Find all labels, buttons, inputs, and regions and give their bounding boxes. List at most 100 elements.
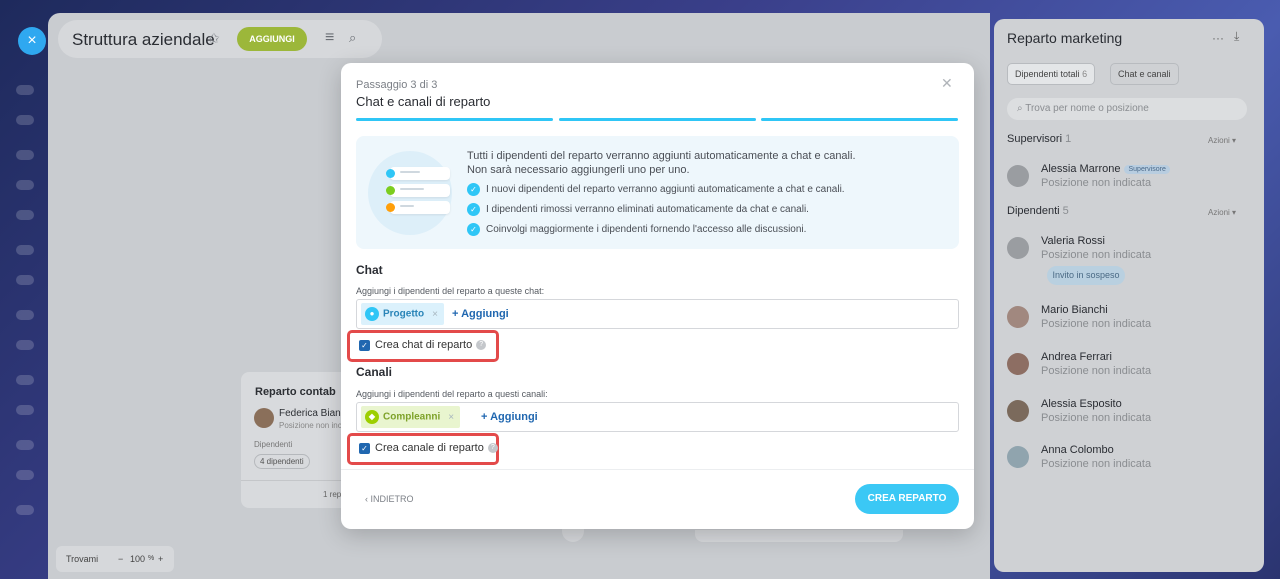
actions-label: Azioni — [1208, 136, 1230, 145]
info-intro-line: Non sarà necessario aggiungerli uno per … — [467, 164, 690, 176]
rail-icon[interactable] — [16, 275, 34, 285]
actions-label: Azioni — [1208, 208, 1230, 217]
subdepartments-count[interactable]: 1 rep — [323, 490, 341, 499]
tab-chats-channels[interactable]: Chat e canali — [1110, 63, 1179, 85]
progress-step-1 — [356, 118, 553, 121]
info-item-text: Coinvolgi maggiormente i dipendenti forn… — [486, 224, 807, 236]
check-icon: ✓ — [467, 183, 480, 196]
employees-actions-dropdown[interactable]: Azioni ▾ — [1208, 208, 1236, 217]
add-button[interactable]: AGGIUNGI — [237, 27, 307, 51]
tab-label: Chat e canali — [1118, 69, 1171, 79]
chat-tag[interactable]: ● Progetto × — [361, 303, 444, 325]
rail-icon[interactable] — [16, 375, 34, 385]
rail-icon[interactable] — [16, 180, 34, 190]
section-count: 1 — [1065, 133, 1072, 145]
footer-divider — [341, 469, 974, 470]
tag-label: Progetto — [383, 308, 425, 320]
person-position: Posizione non indicata — [1041, 412, 1152, 424]
employees-count-badge[interactable]: 4 dipendenti — [254, 454, 310, 469]
employee-search-input[interactable]: ⌕ Trova per nome o posizione — [1007, 98, 1247, 120]
supervisors-actions-dropdown[interactable]: Azioni ▾ — [1208, 136, 1236, 145]
rail-icon[interactable] — [16, 115, 34, 125]
tab-employees[interactable]: Dipendenti totali 6 — [1007, 63, 1096, 85]
channels-section-title: Canali — [356, 365, 393, 379]
app-left-rail — [0, 0, 48, 579]
person-name: Mario Bianchi — [1041, 304, 1108, 316]
create-chat-checkbox[interactable]: ✓ Crea chat di reparto? — [359, 339, 487, 351]
help-icon[interactable]: ? — [476, 340, 487, 351]
avatar — [1007, 306, 1029, 328]
rail-icon[interactable] — [16, 405, 34, 415]
department-details-panel: Reparto marketing ··· ⤓ Dipendenti total… — [994, 19, 1264, 572]
close-icon[interactable]: ✕ — [941, 75, 953, 92]
pending-invite-badge: Invito in sospeso — [1047, 266, 1125, 285]
rail-icon[interactable] — [16, 150, 34, 160]
person-row[interactable]: Valeria Rossi Posizione non indicata — [1007, 235, 1257, 269]
employees-label: Dipendenti — [254, 440, 293, 449]
person-name: Anna Colombo — [1041, 444, 1114, 456]
rail-icon[interactable] — [16, 470, 34, 480]
help-icon[interactable]: ? — [487, 443, 498, 454]
more-icon[interactable]: ··· — [1212, 31, 1224, 45]
remove-tag-icon[interactable]: × — [448, 412, 454, 423]
zoom-in-button[interactable]: + — [158, 554, 163, 564]
chat-illustration-icon — [368, 151, 452, 235]
find-me-button[interactable]: Trovami — [66, 554, 98, 564]
person-row[interactable]: Anna Colombo Posizione non indicata — [1007, 444, 1257, 478]
head-name: Federica Bianc — [279, 408, 346, 419]
employees-heading: Dipendenti 5 — [1007, 205, 1069, 217]
zoom-unit: % — [148, 555, 155, 562]
rail-icon[interactable] — [16, 310, 34, 320]
pin-icon[interactable]: ✩ — [208, 30, 220, 47]
add-chat-link[interactable]: + Aggiungi — [452, 308, 509, 320]
add-channel-link[interactable]: + Aggiungi — [481, 411, 538, 423]
remove-tag-icon[interactable]: × — [432, 309, 438, 320]
close-slider-button[interactable]: × — [18, 27, 46, 55]
zoom-out-button[interactable]: − — [118, 554, 123, 564]
rail-icon[interactable] — [16, 505, 34, 515]
create-channel-checkbox[interactable]: ✓ Crea canale di reparto? — [359, 442, 498, 454]
info-item-text: I nuovi dipendenti del reparto verranno … — [486, 184, 845, 196]
tag-label: Compleanni — [383, 411, 441, 423]
info-item-text: I dipendenti rimossi verranno eliminati … — [486, 204, 809, 216]
chat-selector-field[interactable]: ● Progetto × + Aggiungi — [356, 299, 959, 329]
rail-icon[interactable] — [16, 245, 34, 255]
channels-section-subtitle: Aggiungi i dipendenti del reparto a ques… — [356, 389, 548, 399]
checkbox-checked-icon: ✓ — [359, 442, 370, 454]
supervisor-badge: Supervisore — [1124, 164, 1170, 174]
person-name: Alessia Esposito — [1041, 398, 1122, 410]
back-button[interactable]: ‹ INDIETRO — [365, 494, 414, 504]
avatar — [254, 408, 274, 428]
collapse-icon[interactable]: ⤓ — [1234, 29, 1239, 44]
section-label: Dipendenti — [1007, 205, 1060, 217]
progress-step-3 — [761, 118, 958, 121]
person-position: Posizione non indicata — [1041, 365, 1152, 377]
person-row[interactable]: Alessia Esposito Posizione non indicata — [1007, 398, 1257, 432]
menu-icon[interactable]: ≡ — [325, 29, 334, 47]
close-icon: × — [27, 32, 37, 49]
search-icon[interactable]: ⌕ — [349, 30, 356, 46]
zoom-level: 100 — [130, 554, 146, 564]
rail-icon[interactable] — [16, 340, 34, 350]
search-icon: ⌕ — [1017, 103, 1026, 114]
person-name: Andrea Ferrari — [1041, 351, 1112, 363]
rail-icon[interactable] — [16, 85, 34, 95]
info-box: Tutti i dipendenti del reparto verranno … — [356, 136, 959, 249]
section-count: 5 — [1062, 205, 1069, 217]
channel-tag[interactable]: ◆ Compleanni × — [361, 406, 461, 428]
person-row[interactable]: Alessia Marrone Supervisore Posizione non… — [1007, 163, 1257, 197]
channel-icon: ◆ — [365, 410, 379, 424]
create-department-button[interactable]: CREA REPARTO — [855, 484, 959, 514]
avatar — [1007, 165, 1029, 187]
rail-icon[interactable] — [16, 440, 34, 450]
chat-section-title: Chat — [356, 263, 383, 277]
rail-icon[interactable] — [16, 210, 34, 220]
person-row[interactable]: Andrea Ferrari Posizione non indicata — [1007, 351, 1257, 385]
person-position: Posizione non indicata — [1041, 458, 1152, 470]
department-title: Reparto contab — [255, 386, 336, 398]
panel-title: Reparto marketing — [1007, 30, 1123, 46]
checkbox-label: Crea chat di reparto — [375, 339, 473, 351]
info-item: ✓ I nuovi dipendenti del reparto verranno… — [467, 183, 845, 196]
channel-selector-field[interactable]: ◆ Compleanni × + Aggiungi — [356, 402, 959, 432]
person-row[interactable]: Mario Bianchi Posizione non indicata — [1007, 304, 1257, 338]
